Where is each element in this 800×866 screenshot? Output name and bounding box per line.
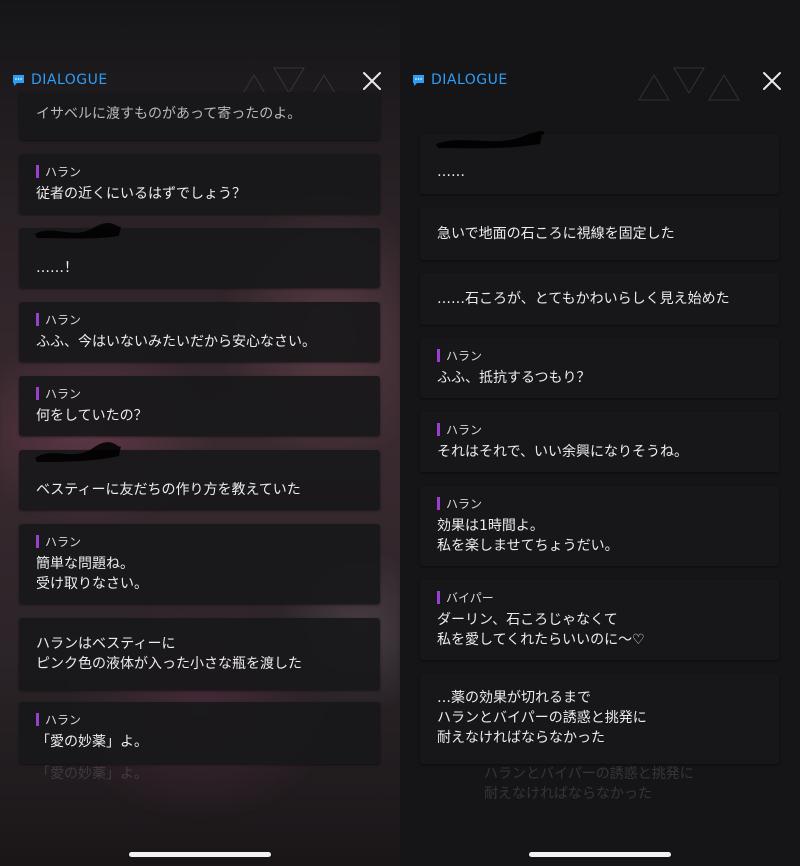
speaker-label: ハラン (36, 311, 81, 328)
speaker-name: ハラン (45, 165, 82, 179)
speaker-bar (36, 535, 39, 548)
home-indicator[interactable] (129, 852, 271, 857)
dialogue-text: 効果は1時間よ。 私を楽しませてちょうだい。 (437, 518, 619, 554)
dialogue-text: ハランはベスティーに ピンク色の液体が入った小さな瓶を渡した (36, 636, 302, 672)
chat-bubble-icon (13, 74, 24, 86)
speaker-label: ハラン (36, 533, 81, 550)
dialogue-text: イサベルに渡すものがあって寄ったのよ。 (36, 106, 302, 122)
speaker-label: ハラン (437, 495, 482, 512)
dialogue-text: ベスティーに友だちの作り方を教えていた (36, 482, 301, 498)
speaker-name: ハラン (45, 535, 82, 549)
dialogue-header: DIALOGUE (400, 64, 800, 101)
header-title-group: DIALOGUE (12, 72, 108, 88)
speaker-name: ハラン (45, 713, 82, 727)
header-title: DIALOGUE (31, 72, 108, 88)
header-title: DIALOGUE (431, 72, 508, 88)
dialogue-card: ハラン ふふ、抵抗するつもり？ (420, 338, 779, 398)
dialogue-card: ハラン それはそれで、いい余興になりそうね。 (420, 412, 779, 472)
dialogue-text: ダーリン、石ころじゃなくて 私を愛してくれたらいいのに～♡ (437, 612, 645, 648)
dialogue-panel-left: DIALOGUE イサベルに渡すものがあって寄ったのよ。 ハラン 従者の近くにい… (0, 0, 400, 866)
dialogue-card: ……！ (19, 223, 380, 288)
dialogue-text: 従者の近くにいるはずでしょう？ (36, 186, 246, 202)
dialogue-card: ハラン 従者の近くにいるはずでしょう？ (19, 154, 380, 214)
header-title-group: DIALOGUE (412, 72, 508, 88)
dialogue-card: ハラン 効果は1時間よ。 私を楽しませてちょうだい。 (420, 486, 779, 566)
speaker-bar (36, 313, 39, 326)
speaker-bar (36, 713, 39, 726)
speaker-bar (36, 387, 39, 400)
dialogue-text: 急いで地面の石ころに視線を固定した (437, 226, 675, 242)
dialogue-text: 「愛の妙薬」よ。 (36, 734, 148, 750)
home-indicator[interactable] (529, 852, 671, 857)
dialogue-panel-right: DIALOGUE …… 急いで地面の石ころに視線を固定した ……石ころが、とても… (400, 0, 800, 866)
speaker-name: ハラン (446, 349, 483, 363)
redaction-scribble (35, 442, 121, 462)
speaker-label: ハラン (437, 347, 482, 364)
dialogue-text: …… (437, 164, 465, 180)
dialogue-text: 何をしていたの？ (36, 408, 148, 424)
speaker-name: ハラン (446, 497, 483, 511)
dialogue-text: 簡単な問題ね。 受け取りなさい。 (36, 556, 148, 592)
dialogue-card: ハラン 何をしていたの？ (19, 376, 380, 436)
speaker-bar (36, 165, 39, 178)
speaker-name: ハラン (45, 387, 82, 401)
speaker-bar (437, 423, 440, 436)
speaker-name: ハラン (45, 313, 82, 327)
dialogue-card: ハラン 簡単な問題ね。 受け取りなさい。 (19, 524, 380, 604)
speaker-label: ハラン (36, 385, 81, 402)
dialogue-card: ハラン ふふ、今はいないみたいだから安心なさい。 (19, 302, 380, 362)
speaker-label: ハラン (36, 711, 81, 728)
speaker-name: ハラン (446, 423, 483, 437)
dialogue-list[interactable]: イサベルに渡すものがあって寄ったのよ。 ハラン 従者の近くにいるはずでしょう？ … (0, 92, 400, 866)
speaker-label: バイパー (437, 589, 494, 606)
dialogue-card: イサベルに渡すものがあって寄ったのよ。 (19, 92, 380, 140)
close-icon[interactable] (760, 69, 784, 93)
redaction-scribble (35, 223, 121, 239)
dialogue-card: ハランはベスティーに ピンク色の液体が入った小さな瓶を渡した (19, 618, 380, 690)
ghost-text: ハランとバイパーの誘惑と挑発に 耐えなければならなかった (484, 766, 694, 802)
speaker-label: ハラン (36, 163, 81, 180)
dialogue-card: …薬の効果が切れるまで ハランとバイパーの誘惑と挑発に 耐えなければならなかった (420, 674, 779, 764)
dialogue-text: ……石ころが、とてもかわいらしく見え始めた (437, 291, 730, 307)
close-icon[interactable] (360, 69, 384, 93)
chat-bubble-icon (413, 74, 424, 86)
dialogue-card: 急いで地面の石ころに視線を固定した (420, 208, 779, 260)
redaction-scribble (436, 131, 544, 149)
speaker-bar (437, 591, 440, 604)
dialogue-card: ベスティーに友だちの作り方を教えていた (19, 442, 380, 510)
dialogue-list[interactable]: …… 急いで地面の石ころに視線を固定した ……石ころが、とてもかわいらしく見え始… (400, 100, 800, 866)
dialogue-text: ……！ (36, 260, 78, 276)
dialogue-text: それはそれで、いい余興になりそうね。 (437, 444, 689, 460)
speaker-name: バイパー (446, 591, 494, 605)
speaker-label: ハラン (437, 421, 482, 438)
dialogue-card: ハラン 「愛の妙薬」よ。 (19, 702, 380, 764)
dialogue-card: ……石ころが、とてもかわいらしく見え始めた (420, 273, 779, 325)
dialogue-text: ふふ、今はいないみたいだから安心なさい。 (36, 334, 316, 350)
ghost-text: 「愛の妙薬」よ。 (36, 766, 148, 782)
dialogue-card: …… (420, 131, 779, 194)
dialogue-text: …薬の効果が切れるまで ハランとバイパーの誘惑と挑発に 耐えなければならなかった (437, 690, 647, 746)
dialogue-text: ふふ、抵抗するつもり？ (437, 370, 591, 386)
speaker-bar (437, 349, 440, 362)
dialogue-card: バイパー ダーリン、石ころじゃなくて 私を愛してくれたらいいのに～♡ (420, 580, 779, 660)
speaker-bar (437, 497, 440, 510)
decoration-triangles-icon (638, 67, 740, 101)
